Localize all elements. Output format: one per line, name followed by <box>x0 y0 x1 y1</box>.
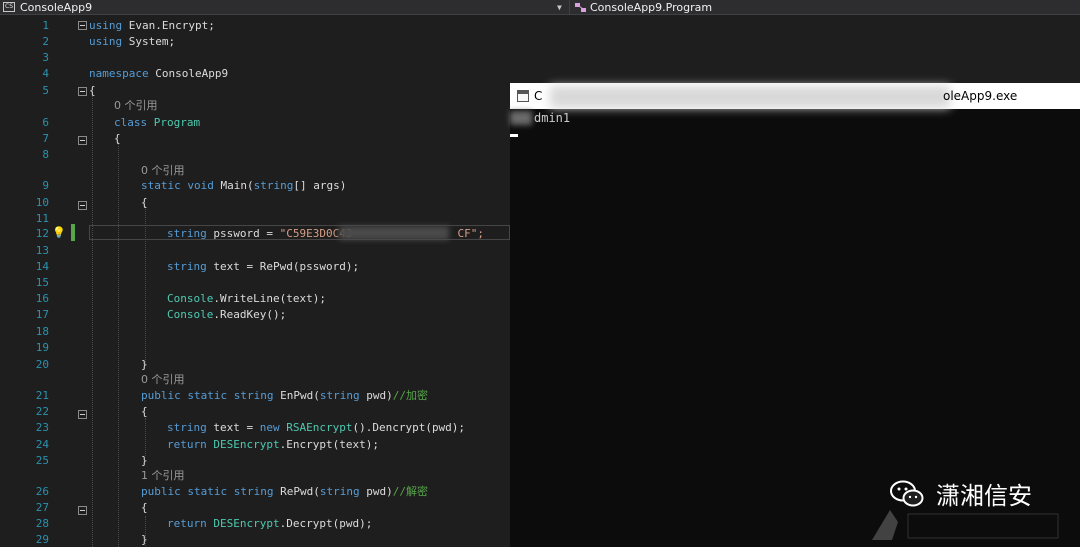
code-line-2: using System; <box>89 35 176 48</box>
code-line-17: Console.ReadKey(); <box>167 308 287 321</box>
line-number: 8 <box>42 148 49 161</box>
console-cursor <box>510 134 518 137</box>
line-number: 20 <box>35 358 49 371</box>
indent-guide <box>92 93 93 547</box>
code-line-26: public static string RePwd(string pwd)//… <box>141 485 428 498</box>
code-line-7: { <box>114 132 121 145</box>
line-number: 16 <box>35 292 49 305</box>
line-number: 6 <box>42 116 49 129</box>
watermark-logo-icon <box>872 510 1059 540</box>
line-number: 12 <box>35 227 49 240</box>
fold-toggle[interactable] <box>78 21 87 30</box>
fold-toggle[interactable] <box>78 201 87 210</box>
codelens-references[interactable]: 1 个引用 <box>141 467 185 484</box>
line-number: 29 <box>35 533 49 546</box>
code-line-24: return DESEncrypt.Encrypt(text); <box>167 438 379 451</box>
line-number: 2 <box>42 35 49 48</box>
class-dropdown[interactable]: ConsoleApp9.Program <box>569 0 1080 15</box>
project-label: ConsoleApp9 <box>20 1 93 14</box>
code-line-27: { <box>141 501 148 514</box>
line-number: 5 <box>42 84 49 97</box>
line-number: 7 <box>42 132 49 145</box>
console-title-end: oleApp9.exe <box>943 89 1018 103</box>
line-number: 19 <box>35 341 49 354</box>
console-title-bar[interactable]: C oleApp9.exe <box>510 83 1080 109</box>
code-line-28: return DESEncrypt.Decrypt(pwd); <box>167 517 373 530</box>
fold-toggle[interactable] <box>78 506 87 515</box>
line-number: 1 <box>42 19 49 32</box>
class-label: ConsoleApp9.Program <box>590 1 713 14</box>
fold-toggle[interactable] <box>78 87 87 96</box>
fold-toggle[interactable] <box>78 136 87 145</box>
project-dropdown[interactable]: CS ConsoleApp9 ▼ <box>0 0 567 15</box>
lightbulb-icon[interactable]: 💡 <box>52 224 66 241</box>
line-number: 26 <box>35 485 49 498</box>
line-number: 27 <box>35 501 49 514</box>
code-line-23: string text = new RSAEncrypt().Dencrypt(… <box>167 421 466 434</box>
code-line-4: namespace ConsoleApp9 <box>89 67 229 80</box>
indent-guide <box>118 142 119 547</box>
line-number: 4 <box>42 67 49 80</box>
line-number: 14 <box>35 260 49 273</box>
line-number: 3 <box>42 51 49 64</box>
line-number: 18 <box>35 325 49 338</box>
chevron-down-icon: ▼ <box>557 3 562 12</box>
line-number: 28 <box>35 517 49 530</box>
change-indicator <box>71 224 75 241</box>
console-title-start: C <box>534 89 543 103</box>
redacted-region <box>339 226 449 240</box>
code-line-14: string text = RePwd(pssword); <box>167 260 360 273</box>
line-number: 13 <box>35 244 49 257</box>
redacted-region <box>550 86 950 108</box>
editor-navigation-bar: CS ConsoleApp9 ▼ ConsoleApp9.Program <box>0 0 1080 15</box>
code-line-29: } <box>141 533 148 546</box>
code-line-16: Console.WriteLine(text); <box>167 292 326 305</box>
line-number: 15 <box>35 276 49 289</box>
line-number: 17 <box>35 308 49 321</box>
line-number: 21 <box>35 389 49 402</box>
indent-guide <box>145 418 146 456</box>
code-line-5: { <box>89 84 96 97</box>
codelens-references[interactable]: 0 个引用 <box>114 97 158 114</box>
fold-toggle[interactable] <box>78 410 87 419</box>
csharp-project-icon: CS <box>3 2 15 12</box>
line-number: 10 <box>35 196 49 209</box>
codelens-references[interactable]: 0 个引用 <box>141 371 185 388</box>
line-number: 22 <box>35 405 49 418</box>
console-window[interactable]: C oleApp9.exe dmin1 <box>510 83 1080 547</box>
line-number: 25 <box>35 454 49 467</box>
line-number: 24 <box>35 438 49 451</box>
redacted-region <box>510 111 532 125</box>
class-icon <box>575 3 586 12</box>
console-output-text: dmin1 <box>534 111 571 125</box>
line-number: 9 <box>42 179 49 192</box>
code-line-22: { <box>141 405 148 418</box>
code-line-21: public static string EnPwd(string pwd)//… <box>141 389 428 402</box>
code-line-6: class Program <box>114 116 201 129</box>
code-line-9: static void Main(string[] args) <box>141 179 347 192</box>
line-number: 23 <box>35 421 49 434</box>
console-app-icon <box>517 90 529 102</box>
code-line-1: using Evan.Encrypt; <box>89 19 215 32</box>
code-line-10: { <box>141 196 148 209</box>
